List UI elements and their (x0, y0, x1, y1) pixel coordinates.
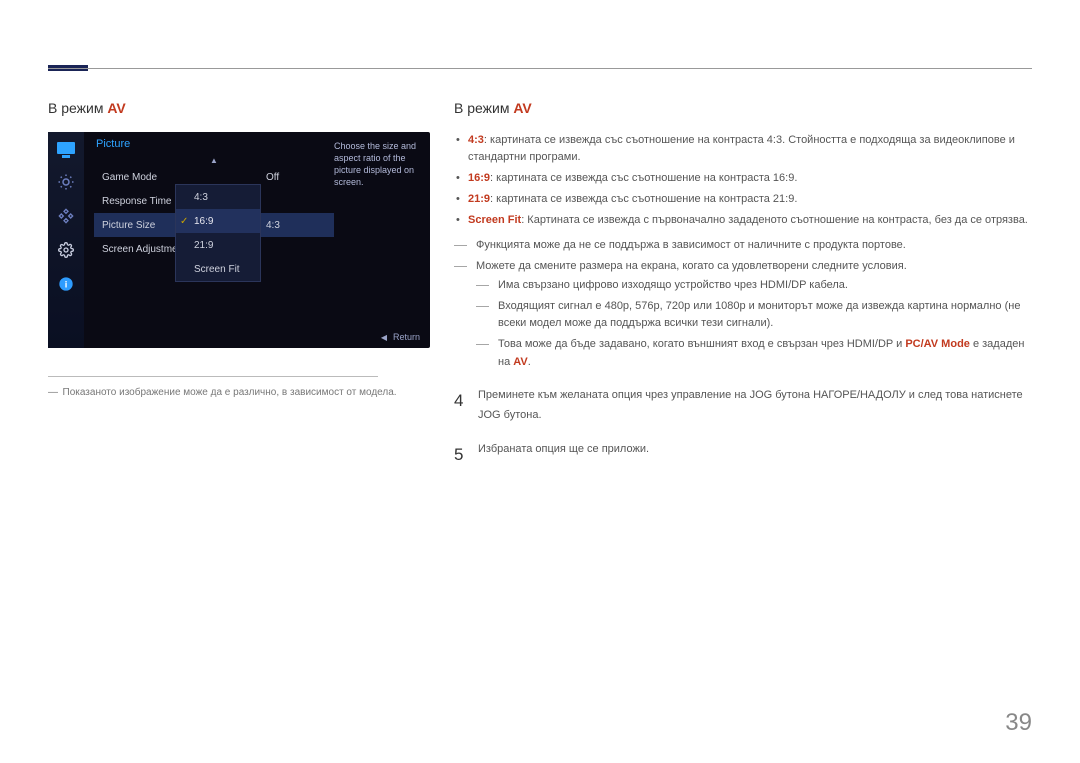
nested-dash-item: Входящият сигнал е 480p, 576p, 720p или … (476, 298, 1032, 332)
step-5: 5 Избраната опция ще се приложи. (454, 439, 1032, 470)
step-text: Избраната опция ще се приложи. (478, 439, 649, 470)
bullet-em: Screen Fit (468, 214, 521, 226)
nested-dash-item: Това може да бъде задавано, когато външн… (476, 336, 1032, 370)
step-text: Преминете към желаната опция чрез управл… (478, 385, 1032, 426)
header-rule (48, 68, 1032, 69)
left-heading-prefix: В режим (48, 100, 107, 116)
bullet-item: 21:9: картината се извежда със съотношен… (454, 191, 1032, 208)
popup-option: Screen Fit (176, 257, 260, 281)
bullet-item: Screen Fit: Картината се извежда с първо… (454, 212, 1032, 229)
footnote: ― Показаното изображение може да е различ… (48, 387, 448, 398)
osd-sidebar: i (48, 132, 84, 348)
svg-text:i: i (65, 279, 68, 289)
bullet-text: : картината се извежда със съотношение н… (490, 193, 797, 205)
bullet-item: 4:3: картината се извежда със съотношени… (454, 132, 1032, 166)
nested-post: . (528, 356, 531, 368)
bullet-text: : Картината се извежда с първоначално за… (521, 214, 1028, 226)
right-heading-prefix: В режим (454, 100, 513, 116)
bullet-em: 4:3 (468, 134, 484, 146)
left-heading-em: AV (107, 100, 125, 116)
popup-option: 4:3 (176, 185, 260, 209)
page-content: В режим AV i Picture ▲ (48, 100, 1032, 471)
dash-text: Можете да смените размера на екрана, ког… (476, 260, 907, 272)
bullet-em: 21:9 (468, 193, 490, 205)
left-heading: В режим AV (48, 100, 448, 116)
popup-option-selected: 16:9 (176, 209, 260, 233)
page-number: 39 (1005, 709, 1032, 737)
chevron-up-icon: ▲ (94, 156, 334, 165)
popup-option: 21:9 (176, 233, 260, 257)
monitor-icon (56, 138, 76, 158)
bullet-list: 4:3: картината се извежда със съотношени… (454, 132, 1032, 229)
right-column: В режим AV 4:3: картината се извежда със… (454, 100, 1032, 471)
footnote-text: Показаното изображение може да е различн… (63, 387, 397, 398)
move-icon (56, 206, 76, 226)
return-label: Return (393, 332, 420, 342)
step-4: 4 Преминете към желаната опция чрез упра… (454, 385, 1032, 426)
osd-screenshot: i Picture ▲ Game Mode Off Response Time … (48, 132, 430, 348)
nested-dash-item: Има свързано цифрово изходящо устройство… (476, 277, 1032, 294)
bullet-em: 16:9 (468, 172, 490, 184)
dash-item: Можете да смените размера на екрана, ког… (454, 258, 1032, 370)
nested-em: PC/AV Mode (905, 338, 970, 350)
dash-item: Функцията може да не се поддържа в завис… (454, 237, 1032, 254)
footnote-rule (48, 376, 378, 377)
bullet-text: : картината се извежда със съотношение н… (490, 172, 797, 184)
osd-help-text: Choose the size and aspect ratio of the … (334, 140, 420, 189)
osd-row-value: Off (266, 172, 326, 183)
triangle-left-icon: ◀ (381, 333, 387, 342)
osd-row-label: Game Mode (102, 172, 266, 183)
footnote-dash: ― (48, 387, 59, 398)
right-heading: В режим AV (454, 100, 1032, 116)
left-column: В режим AV i Picture ▲ (48, 100, 448, 471)
nested-dash-list: Има свързано цифрово изходящо устройство… (476, 277, 1032, 370)
gear-icon (56, 240, 76, 260)
sun-icon (56, 172, 76, 192)
bullet-text: : картината се извежда със съотношение н… (468, 134, 1015, 163)
dash-list: Функцията може да не се поддържа в завис… (454, 237, 1032, 370)
osd-row-value: 4:3 (266, 220, 326, 231)
nested-pre: Това може да бъде задавано, когато външн… (498, 338, 905, 350)
step-number: 4 (454, 385, 478, 426)
right-heading-em: AV (513, 100, 531, 116)
osd-return: ◀ Return (381, 332, 420, 342)
step-number: 5 (454, 439, 478, 470)
nested-em2: AV (513, 356, 527, 368)
bullet-item: 16:9: картината се извежда със съотношен… (454, 170, 1032, 187)
info-icon: i (56, 274, 76, 294)
osd-popup: 4:3 16:9 21:9 Screen Fit (175, 184, 261, 282)
